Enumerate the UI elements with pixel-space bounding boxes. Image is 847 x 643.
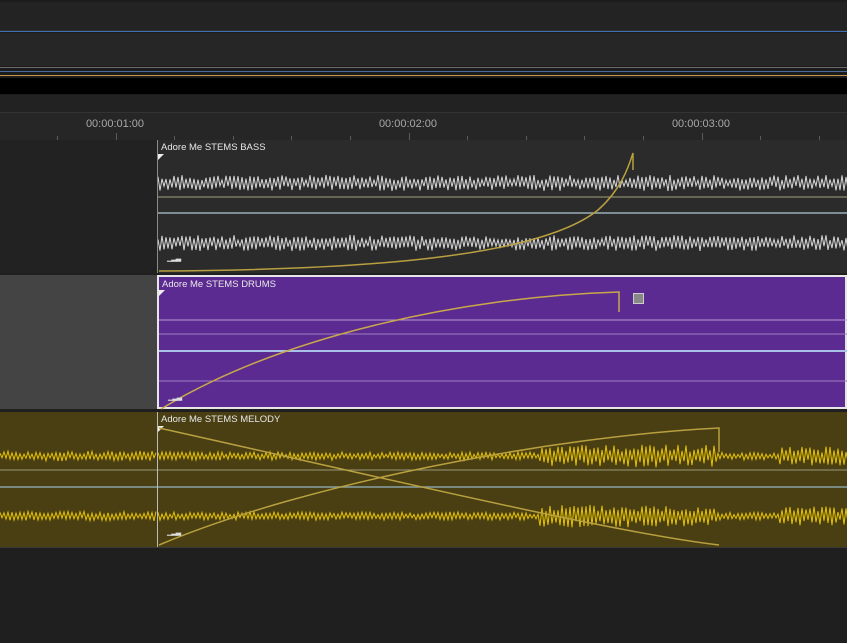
overview-lane-1[interactable]: [0, 2, 847, 31]
melody-waveform: [158, 427, 847, 546]
overview-divider-orange: [0, 75, 847, 76]
melody-preroll-waveform: [0, 449, 157, 523]
overview-divider-gray: [0, 67, 847, 68]
overview-lane-2[interactable]: [0, 33, 847, 66]
clip-fx-square-icon[interactable]: [633, 293, 644, 304]
ruler-label: 00:00:01:00: [85, 118, 145, 130]
track-header-drums[interactable]: [0, 275, 157, 409]
ruler-label: 00:00:02:00: [378, 118, 438, 130]
empty-track-area[interactable]: [0, 548, 847, 643]
level-bars-icon: ▁▂▃: [167, 529, 181, 536]
clip-melody[interactable]: Adore Me STEMS MELODY ▁▂▃: [157, 412, 847, 547]
bass-volume-envelope: [158, 152, 634, 272]
drums-waveform: [159, 291, 847, 410]
level-bars-icon: ▁▂▃: [168, 394, 182, 401]
ruler-label: 00:00:03:00: [671, 118, 731, 130]
track-header-bass[interactable]: [0, 140, 157, 273]
time-ruler[interactable]: 00:00:01:00 00:00:02:00 00:00:03:00: [0, 112, 847, 141]
overview-divider-blue: [0, 71, 847, 72]
overview-blue-line: [0, 31, 847, 32]
track-melody[interactable]: Adore Me STEMS MELODY ▁▂▃: [0, 412, 847, 547]
track-header-melody[interactable]: [0, 412, 157, 547]
clip-drums[interactable]: Adore Me STEMS DRUMS ▁▂▃: [157, 275, 847, 410]
bass-waveform: [158, 152, 847, 272]
level-bars-icon: ▁▂▃: [167, 255, 181, 262]
clip-bass[interactable]: Adore Me STEMS BASS ▁▂▃: [157, 140, 847, 273]
track-drums[interactable]: Adore Me STEMS DRUMS ▁▂▃: [0, 275, 847, 410]
overview-lane-3: [0, 95, 847, 112]
track-bass[interactable]: Adore Me STEMS BASS ▁▂▃: [0, 140, 847, 273]
overview-black-band: [0, 78, 847, 94]
